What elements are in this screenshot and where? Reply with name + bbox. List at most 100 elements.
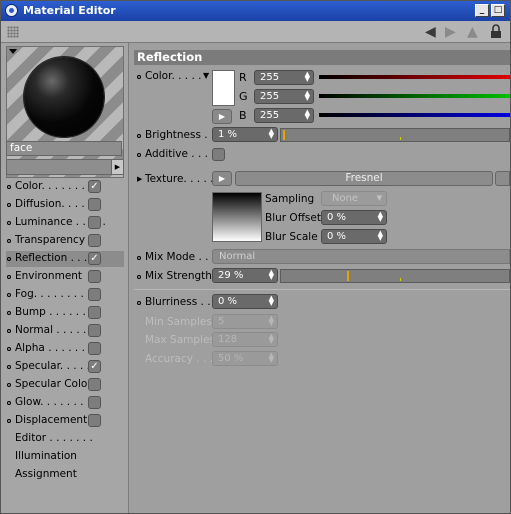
- channel-item[interactable]: Specular Color: [6, 377, 124, 393]
- max-samples-field[interactable]: 128 ▲ ▼: [212, 332, 278, 347]
- r-value-field[interactable]: 255 ▲ ▼: [254, 70, 314, 85]
- brightness-field[interactable]: 1 % ▲ ▼: [212, 127, 278, 142]
- color-menu-arrow-icon[interactable]: ▼: [203, 71, 209, 80]
- blur-scale-field[interactable]: 0 % ▲ ▼: [321, 229, 387, 244]
- channel-item[interactable]: Reflection . . . . . ✓: [6, 251, 124, 267]
- channel-checkbox[interactable]: [88, 414, 101, 427]
- b-value-field[interactable]: 255 ▲ ▼: [254, 108, 314, 123]
- material-name-field[interactable]: face: [6, 141, 122, 156]
- max-samples-value: 128: [218, 334, 238, 345]
- spinner-icon[interactable]: ▲ ▼: [305, 109, 310, 121]
- texture-shader-button[interactable]: Fresnel: [235, 171, 493, 186]
- additive-checkbox[interactable]: [212, 148, 225, 161]
- slider-tick: [399, 137, 401, 140]
- back-arrow-icon[interactable]: ◀: [425, 24, 436, 40]
- brightness-slider[interactable]: [280, 128, 510, 142]
- blurriness-field[interactable]: 0 % ▲ ▼: [212, 294, 278, 309]
- spinner-icon[interactable]: ▲ ▼: [269, 128, 274, 140]
- spinner-icon[interactable]: ▲ ▼: [378, 230, 383, 242]
- material-combo[interactable]: ▶: [6, 159, 124, 175]
- channel-item[interactable]: Fog. . . . . . . . . .: [6, 287, 124, 303]
- channel-dot-icon: [7, 329, 11, 333]
- channel-dot-icon: [7, 239, 11, 243]
- spinner-icon[interactable]: ▲ ▼: [305, 71, 310, 83]
- preview-menu-icon[interactable]: [9, 49, 17, 54]
- forward-arrow-icon[interactable]: ▶: [445, 24, 456, 40]
- channel-label: Specular Color: [15, 378, 92, 390]
- color-expand-button[interactable]: ▶: [212, 109, 232, 124]
- g-value-field[interactable]: 255 ▲ ▼: [254, 89, 314, 104]
- channel-checkbox[interactable]: [88, 270, 101, 283]
- channel-item[interactable]: Environment: [6, 269, 124, 285]
- channel-checkbox[interactable]: [88, 216, 101, 229]
- color-swatch[interactable]: [212, 70, 235, 106]
- channel-item[interactable]: Diffusion. . . . . .: [6, 197, 124, 213]
- channel-checkbox[interactable]: [88, 342, 101, 355]
- min-samples-field[interactable]: 5 ▲ ▼: [212, 314, 278, 329]
- animation-dot-icon[interactable]: [137, 256, 141, 260]
- animation-dot-icon[interactable]: [137, 153, 141, 157]
- channel-checkbox[interactable]: [88, 198, 101, 211]
- channel-item[interactable]: Assignment: [6, 467, 124, 483]
- channel-label: Assignment: [15, 468, 77, 480]
- channel-item[interactable]: Luminance . . . . .: [6, 215, 124, 231]
- channel-item[interactable]: Bump . . . . . . . .: [6, 305, 124, 321]
- accuracy-field[interactable]: 50 % ▲ ▼: [212, 351, 278, 366]
- texture-expand-icon[interactable]: ▶: [137, 175, 142, 183]
- channel-checkbox[interactable]: [88, 288, 101, 301]
- blur-offset-field[interactable]: 0 % ▲ ▼: [321, 210, 387, 225]
- blurriness-value: 0 %: [218, 296, 238, 307]
- channel-checkbox[interactable]: [88, 378, 101, 391]
- mix-mode-select[interactable]: Normal: [212, 249, 510, 264]
- maximize-button[interactable]: □: [491, 4, 505, 17]
- channel-dot-icon: [7, 293, 11, 297]
- toolbar: ◀ ▶ ▲: [1, 21, 510, 43]
- channel-checkbox[interactable]: [88, 396, 101, 409]
- channel-item[interactable]: Alpha . . . . . . . .: [6, 341, 124, 357]
- spinner-icon[interactable]: ▲ ▼: [269, 315, 274, 327]
- brightness-indicator[interactable]: [283, 130, 286, 140]
- channel-label: Specular. . . . . .: [15, 360, 97, 372]
- mix-strength-indicator[interactable]: [347, 271, 350, 281]
- channel-item[interactable]: Specular. . . . . . ✓: [6, 359, 124, 375]
- spinner-icon[interactable]: ▲ ▼: [269, 352, 274, 364]
- b-gradient-slider[interactable]: [319, 113, 510, 117]
- channel-item[interactable]: Editor . . . . . . .: [6, 431, 124, 447]
- animation-dot-icon[interactable]: [137, 275, 141, 279]
- channel-item[interactable]: Normal . . . . . . .: [6, 323, 124, 339]
- g-gradient-slider[interactable]: [319, 94, 510, 98]
- combo-arrow-icon[interactable]: ▶: [111, 160, 123, 174]
- channel-checkbox[interactable]: [88, 324, 101, 337]
- spinner-icon[interactable]: ▲ ▼: [305, 90, 310, 102]
- mix-strength-field[interactable]: 29 % ▲ ▼: [212, 268, 278, 283]
- grip-icon[interactable]: [7, 26, 19, 38]
- channel-checkbox[interactable]: [88, 306, 101, 319]
- channel-item[interactable]: Color. . . . . . . . ✓: [6, 179, 124, 195]
- b-label: B: [239, 109, 247, 122]
- mix-strength-slider[interactable]: [280, 269, 510, 283]
- minimize-button[interactable]: _: [475, 4, 489, 17]
- texture-menu-button[interactable]: ▶: [212, 171, 232, 186]
- spinner-icon[interactable]: ▲ ▼: [269, 333, 274, 345]
- checked-checkbox[interactable]: ✓: [88, 252, 101, 265]
- channel-item[interactable]: Glow. . . . . . . . .: [6, 395, 124, 411]
- checked-checkbox[interactable]: ✓: [88, 360, 101, 373]
- channel-item[interactable]: Illumination: [6, 449, 124, 465]
- spinner-icon[interactable]: ▲ ▼: [378, 211, 383, 223]
- channel-checkbox[interactable]: [88, 234, 101, 247]
- sampling-select[interactable]: None ▼: [321, 191, 387, 206]
- channel-item[interactable]: Displacement: [6, 413, 124, 429]
- lock-icon[interactable]: [490, 24, 502, 43]
- animation-dot-icon[interactable]: [137, 301, 141, 305]
- spinner-icon[interactable]: ▲ ▼: [269, 295, 274, 307]
- channel-dot-icon: [7, 257, 11, 261]
- texture-extra-button[interactable]: [495, 171, 510, 186]
- texture-preview[interactable]: [212, 192, 262, 242]
- animation-dot-icon[interactable]: [137, 75, 141, 79]
- animation-dot-icon[interactable]: [137, 134, 141, 138]
- checked-checkbox[interactable]: ✓: [88, 180, 101, 193]
- up-arrow-icon[interactable]: ▲: [467, 24, 478, 40]
- r-gradient-slider[interactable]: [319, 75, 510, 79]
- channel-item[interactable]: Transparency: [6, 233, 124, 249]
- spinner-icon[interactable]: ▲ ▼: [269, 269, 274, 281]
